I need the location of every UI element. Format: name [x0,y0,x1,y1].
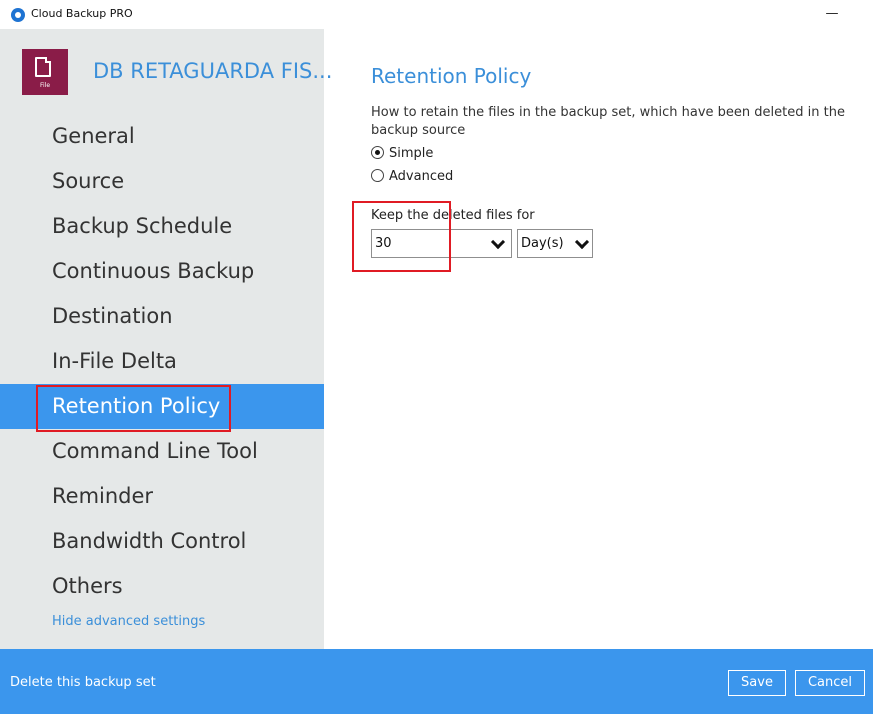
unit-dropdown[interactable]: Day(s) [517,229,593,258]
sidebar-item-others[interactable]: Others [0,564,324,609]
backup-set-name: DB RETAGUARDA FIS... [93,59,333,83]
sidebar-item-bandwidth-control[interactable]: Bandwidth Control [0,519,324,564]
sidebar-item-retention-policy[interactable]: Retention Policy [0,384,324,429]
sidebar-item-in-file-delta[interactable]: In-File Delta [0,339,324,384]
sidebar-item-general[interactable]: General [0,114,324,159]
radio-simple-label: Simple [389,146,434,161]
cancel-button[interactable]: Cancel [795,670,865,696]
radio-advanced-label: Advanced [389,169,454,184]
chevron-down-icon [575,230,589,257]
keep-value-text: 30 [375,236,392,251]
minimize-button[interactable]: — [812,3,852,25]
save-button[interactable]: Save [728,670,786,696]
radio-checked-icon [371,146,384,159]
unit-value-text: Day(s) [521,236,564,251]
footer-bar: Delete this backup set Save Cancel [0,649,873,714]
file-backup-set-icon: File [22,49,68,95]
sidebar-item-command-line-tool[interactable]: Command Line Tool [0,429,324,474]
sidebar-item-reminder[interactable]: Reminder [0,474,324,519]
radio-simple[interactable]: Simple [371,146,433,161]
chevron-down-icon [491,230,505,257]
page-title: Retention Policy [371,64,532,88]
delete-backup-set-link[interactable]: Delete this backup set [10,675,156,690]
hide-advanced-settings-link[interactable]: Hide advanced settings [52,614,205,629]
sidebar-item-source[interactable]: Source [0,159,324,204]
window-title: Cloud Backup PRO [31,7,133,20]
sidebar-item-continuous-backup[interactable]: Continuous Backup [0,249,324,294]
keep-deleted-label: Keep the deleted files for [371,208,535,223]
sidebar-item-destination[interactable]: Destination [0,294,324,339]
sidebar: File DB RETAGUARDA FIS... General Source… [0,29,332,649]
radio-unchecked-icon [371,169,384,182]
title-bar: Cloud Backup PRO — [0,0,873,29]
keep-value-dropdown[interactable]: 30 [371,229,512,258]
sidebar-item-backup-schedule[interactable]: Backup Schedule [0,204,324,249]
description-text: How to retain the files in the backup se… [371,105,845,138]
radio-advanced[interactable]: Advanced [371,169,453,184]
app-logo-icon [11,8,25,22]
